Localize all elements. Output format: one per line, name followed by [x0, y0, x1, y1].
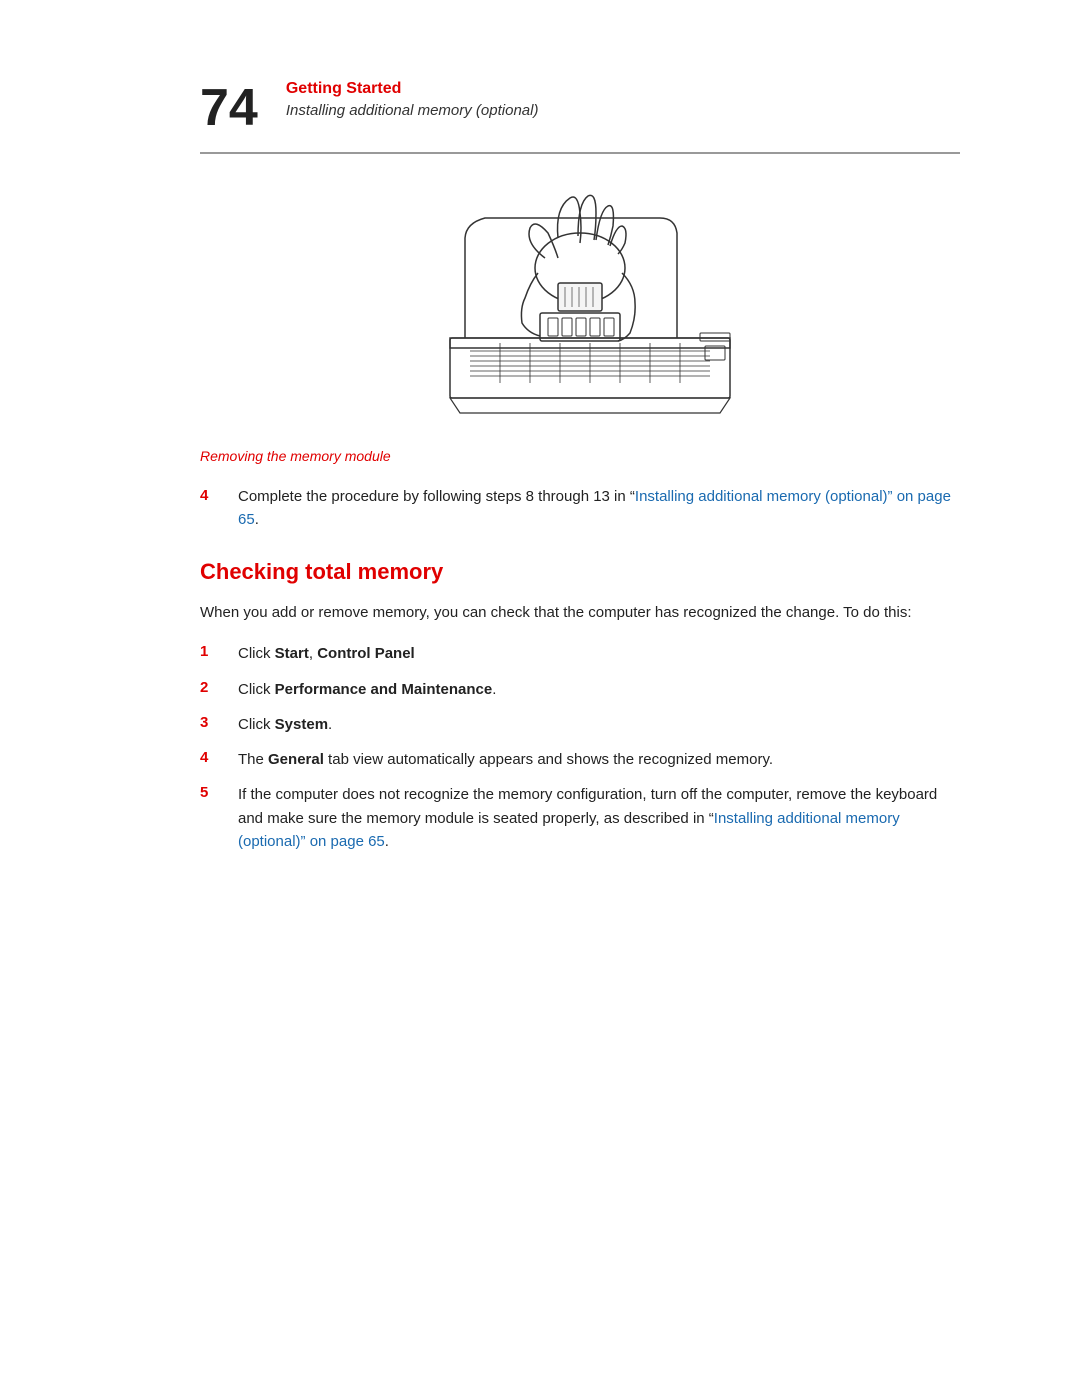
steps-list: 1 Click Start, Control Panel 2 Click Per…: [200, 642, 960, 853]
illustration-container: [200, 178, 960, 438]
step-5-content: If the computer does not recognize the m…: [238, 783, 960, 853]
image-caption: Removing the memory module: [200, 448, 960, 464]
installing-memory-link-1[interactable]: Installing additional memory (optional)”…: [238, 488, 951, 528]
page-subtitle: Installing additional memory (optional): [286, 102, 539, 119]
step-3-content: Click System.: [238, 713, 332, 736]
step-4-content: The General tab view automatically appea…: [238, 748, 773, 771]
page: 74 Getting Started Installing additional…: [0, 0, 1080, 1397]
section-heading: Checking total memory: [200, 559, 960, 585]
header-text: Getting Started Installing additional me…: [286, 80, 539, 119]
step-3: 3 Click System.: [200, 713, 960, 736]
step-5: 5 If the computer does not recognize the…: [200, 783, 960, 853]
section-intro: When you add or remove memory, you can c…: [200, 601, 960, 624]
pre-section-step4: 4 Complete the procedure by following st…: [200, 486, 960, 531]
step-4-number: 4: [200, 748, 228, 766]
step-1-number: 1: [200, 642, 228, 660]
step-2-number: 2: [200, 678, 228, 696]
memory-module-illustration: [410, 178, 750, 438]
installing-memory-link-2[interactable]: Installing additional memory (optional)”…: [238, 810, 900, 850]
step-3-number: 3: [200, 713, 228, 731]
step-2: 2 Click Performance and Maintenance.: [200, 678, 960, 701]
step-2-content: Click Performance and Maintenance.: [238, 678, 496, 701]
step-1: 1 Click Start, Control Panel: [200, 642, 960, 665]
pre-step-text: Complete the procedure by following step…: [238, 486, 960, 531]
page-header: 74 Getting Started Installing additional…: [200, 80, 960, 134]
step-5-number: 5: [200, 783, 228, 801]
pre-step-number: 4: [200, 487, 228, 504]
header-divider: [200, 152, 960, 154]
chapter-title: Getting Started: [286, 80, 539, 98]
step-1-content: Click Start, Control Panel: [238, 642, 415, 665]
page-number: 74: [200, 82, 258, 134]
step-4: 4 The General tab view automatically app…: [200, 748, 960, 771]
